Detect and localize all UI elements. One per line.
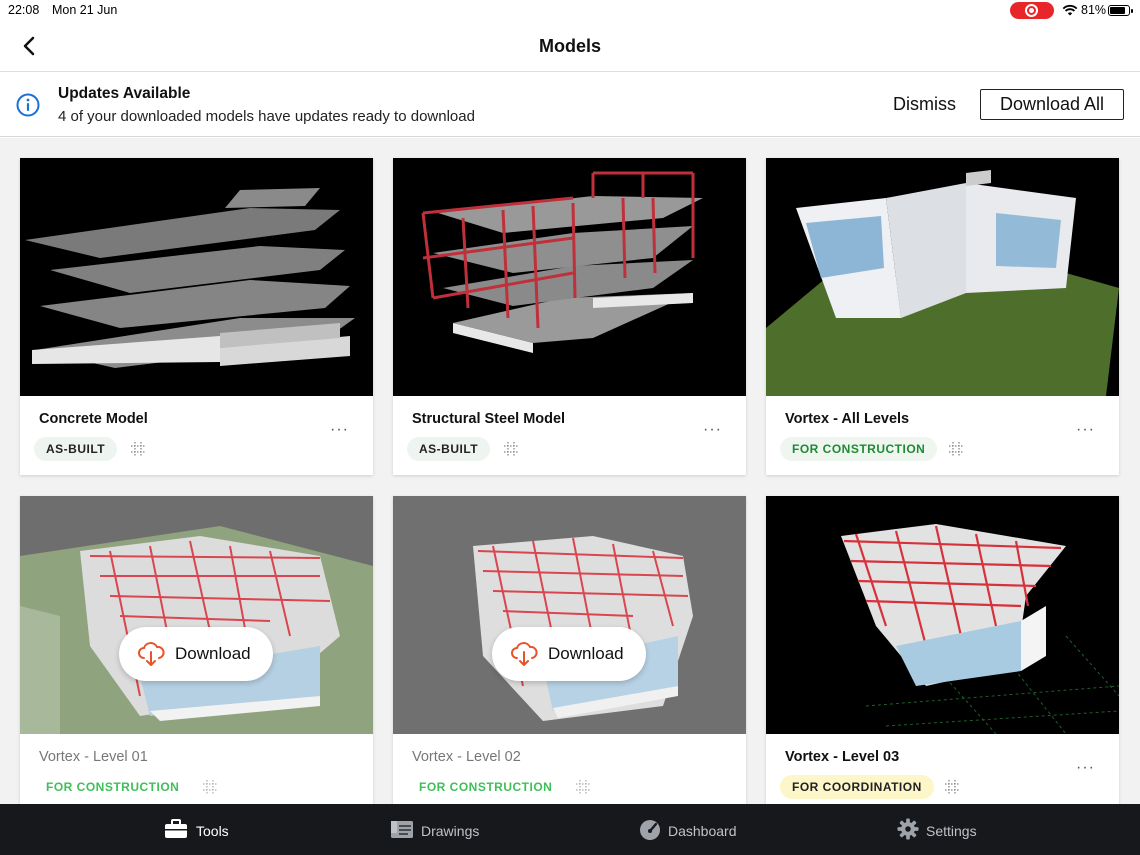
status-bar: 22:08 Mon 21 Jun 81% xyxy=(0,0,1140,22)
banner-subtitle: 4 of your downloaded models have updates… xyxy=(58,108,475,125)
model-thumbnail xyxy=(393,158,746,396)
model-card-vortex-level-02[interactable]: Download Vortex - Level 02 FOR CONSTRUCT… xyxy=(393,496,746,804)
model-thumbnail xyxy=(20,496,373,734)
model-thumbnail xyxy=(393,496,746,734)
grid-icon xyxy=(131,442,145,456)
tab-tools[interactable]: Tools xyxy=(160,804,260,855)
status-badge: AS-BUILT xyxy=(407,437,491,461)
model-card-vortex-level-03[interactable]: Vortex - Level 03 FOR COORDINATION ··· xyxy=(766,496,1119,804)
tab-label: Drawings xyxy=(421,823,480,839)
model-card-vortex-level-01[interactable]: Download Vortex - Level 01 FOR CONSTRUCT… xyxy=(20,496,373,804)
model-thumbnail xyxy=(766,158,1119,396)
status-badge: AS-BUILT xyxy=(34,437,118,461)
cloud-download-icon xyxy=(138,642,165,666)
grid-icon xyxy=(504,442,518,456)
model-card-vortex-all-levels[interactable]: Vortex - All Levels FOR CONSTRUCTION ··· xyxy=(766,158,1119,475)
model-name: Vortex - Level 03 xyxy=(785,749,900,765)
more-options-button[interactable]: ··· xyxy=(330,421,349,439)
updates-banner: Updates Available 4 of your downloaded m… xyxy=(0,72,1140,137)
grid-icon xyxy=(576,780,590,794)
download-button[interactable]: Download xyxy=(119,627,273,681)
banner-title: Updates Available xyxy=(58,85,191,102)
dismiss-button[interactable]: Dismiss xyxy=(893,94,956,115)
grid-icon xyxy=(203,780,217,794)
battery-percent: 81% xyxy=(1081,3,1107,17)
status-badge: FOR CONSTRUCTION xyxy=(419,780,553,794)
wifi-icon xyxy=(1062,4,1078,16)
model-name: Vortex - Level 01 xyxy=(39,749,148,765)
models-grid: Concrete Model AS-BUILT ··· Structural S… xyxy=(0,138,1140,804)
grid-icon xyxy=(949,442,963,456)
tab-settings[interactable]: Settings xyxy=(894,804,1004,855)
download-button[interactable]: Download xyxy=(492,627,646,681)
download-all-button[interactable]: Download All xyxy=(980,89,1124,120)
status-badge: FOR CONSTRUCTION xyxy=(46,780,180,794)
status-time: 22:08 xyxy=(8,3,40,17)
grid-icon xyxy=(945,780,959,794)
download-label: Download xyxy=(548,644,624,663)
battery-icon xyxy=(1108,5,1133,16)
tab-drawings[interactable]: Drawings xyxy=(388,804,498,855)
model-name: Vortex - All Levels xyxy=(785,411,910,427)
more-options-button[interactable]: ··· xyxy=(1076,759,1095,777)
tab-bar: Tools Drawings Dashboard Settings xyxy=(0,804,1140,855)
tab-label: Dashboard xyxy=(668,823,737,839)
model-name: Vortex - Level 02 xyxy=(412,749,521,765)
cloud-download-icon xyxy=(511,642,538,666)
tab-label: Settings xyxy=(926,823,977,839)
screen-record-icon xyxy=(1010,2,1054,19)
drawings-icon xyxy=(391,821,413,838)
status-badge: FOR COORDINATION xyxy=(780,775,934,799)
more-options-button[interactable]: ··· xyxy=(1076,421,1095,439)
download-label: Download xyxy=(175,644,251,663)
status-date: Mon 21 Jun xyxy=(52,3,118,17)
model-card-concrete[interactable]: Concrete Model AS-BUILT ··· xyxy=(20,158,373,475)
tab-dashboard[interactable]: Dashboard xyxy=(636,804,756,855)
page-title: Models xyxy=(538,36,601,56)
info-icon xyxy=(16,93,40,117)
more-options-button[interactable]: ··· xyxy=(703,421,722,439)
model-name: Structural Steel Model xyxy=(412,411,566,427)
navigation-bar: Models xyxy=(0,22,1140,72)
tab-label: Tools xyxy=(196,823,229,839)
model-name: Concrete Model xyxy=(39,411,148,427)
model-thumbnail xyxy=(766,496,1119,734)
gear-icon xyxy=(897,818,919,840)
dashboard-gauge-icon xyxy=(640,820,660,840)
model-thumbnail xyxy=(20,158,373,396)
toolbox-icon xyxy=(165,819,187,838)
model-card-structural-steel[interactable]: Structural Steel Model AS-BUILT ··· xyxy=(393,158,746,475)
status-badge: FOR CONSTRUCTION xyxy=(780,437,938,461)
